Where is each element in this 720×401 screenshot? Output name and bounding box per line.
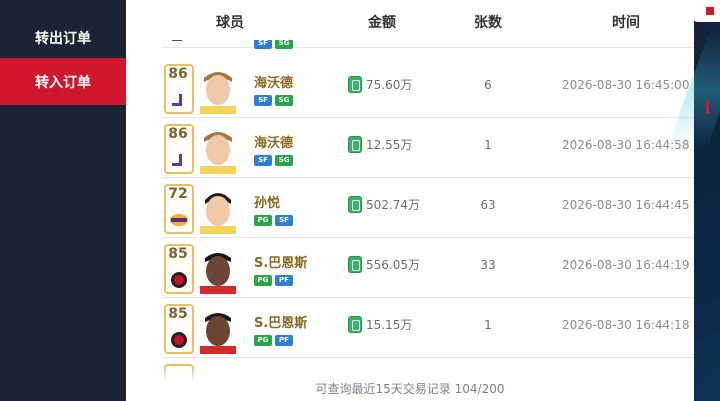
jazz-logo-icon: [172, 94, 182, 106]
header-player: 球员: [216, 15, 244, 31]
position-tags: SF SG: [254, 95, 293, 106]
position-tag: PG: [254, 275, 272, 286]
position-tag: PF: [275, 335, 293, 346]
order-time: 2026-08-30 16:44:19: [562, 258, 690, 272]
count-value: 33: [480, 258, 496, 272]
player-card: 72: [164, 184, 246, 234]
sidebar-item-label: 转入订单: [35, 74, 91, 91]
sidebar: 转出订单 转入订单: [0, 0, 134, 401]
player-card: 85: [164, 244, 246, 294]
position-tag: PF: [275, 275, 293, 286]
table-row[interactable]: 86 海沃德 SF SG 12.55万 1 2026-08-30 16:44:5…: [162, 118, 694, 178]
close-button[interactable]: [692, 0, 720, 22]
order-time: 2026-08-30 16:44:18: [562, 318, 690, 332]
table-row[interactable]: 86 海沃德 SF SG 75.60万 6 2026-08-30 16:45:0…: [162, 58, 694, 118]
count-value: 6: [484, 78, 492, 92]
amount-value: 502.74万: [366, 198, 420, 212]
count-value: 1: [484, 318, 492, 332]
order-amount: 75.60万: [348, 76, 412, 93]
background-decoration: [666, 0, 720, 401]
position-tag: PG: [254, 335, 272, 346]
raptors-logo-icon: [171, 332, 187, 348]
position-tag: PG: [254, 215, 272, 226]
sidebar-item-incoming-orders[interactable]: 转入订单: [0, 58, 134, 105]
amount-value: 75.60万: [366, 78, 413, 92]
coin-icon: [348, 316, 362, 333]
coin-icon: [348, 136, 362, 153]
coin-icon: [348, 196, 362, 213]
count-value: 1: [484, 138, 492, 152]
player-face-icon: [200, 132, 236, 174]
amount-value: 15.15万: [366, 318, 413, 332]
order-amount: 12.55万: [348, 136, 412, 153]
jazz-logo-icon: [172, 154, 182, 166]
header-time: 时间: [612, 15, 640, 31]
position-tags: PG SF: [254, 215, 293, 226]
order-time: 2026-08-30 16:45:00: [562, 78, 690, 92]
position-tag: SG: [275, 155, 293, 166]
position-tags: SF SG: [254, 155, 293, 166]
player-name: S.巴恩斯: [254, 256, 308, 271]
order-amount: 15.15万: [348, 316, 412, 333]
player-name: 海沃德: [254, 76, 294, 91]
count-value: 63: [480, 198, 496, 212]
player-name: 海沃德: [254, 136, 294, 151]
record-limit-note: 可查询最近15天交易记录 104/200: [315, 382, 505, 396]
position-tag: SF: [254, 155, 272, 166]
player-face-icon: [200, 193, 236, 234]
player-card: 86: [164, 124, 246, 174]
header-amount: 金额: [368, 15, 396, 31]
amount-value: 12.55万: [366, 138, 413, 152]
position-tag: SF: [275, 215, 293, 226]
position-tags: PG PF: [254, 275, 293, 286]
player-face-icon: [200, 253, 236, 294]
table-header: 球员 金额 张数 时间: [126, 0, 694, 40]
order-amount: 556.05万: [348, 256, 420, 273]
player-rating: 85: [168, 306, 188, 322]
lakers-logo-icon: [170, 214, 188, 226]
player-face-icon: [200, 72, 236, 114]
amount-value: 556.05万: [366, 258, 420, 272]
decoration-mark: [706, 100, 709, 114]
coin-icon: [348, 76, 362, 93]
player-card: 86: [164, 64, 246, 114]
position-tag: SF: [254, 95, 272, 106]
player-rating: 72: [168, 186, 188, 202]
orders-panel: 球员 金额 张数 时间 SF SG 86 海沃德 SF SG 75.60万 6 …: [126, 0, 694, 401]
player-name: S.巴恩斯: [254, 316, 308, 331]
sidebar-item-outgoing-orders[interactable]: 转出订单: [0, 14, 126, 61]
table-row[interactable]: 85 S.巴恩斯 PG PF 556.05万 33 2026-08-30 16:…: [162, 238, 694, 298]
position-tag: SG: [275, 95, 293, 106]
player-rating: 86: [168, 66, 188, 82]
table-row[interactable]: 85 S.巴恩斯 PG PF 15.15万 1 2026-08-30 16:44…: [162, 298, 694, 358]
player-rating: 86: [168, 126, 188, 142]
sidebar-item-label: 转出订单: [35, 30, 91, 47]
order-amount: 502.74万: [348, 196, 420, 213]
header-count: 张数: [474, 15, 502, 31]
player-rating: 85: [168, 246, 188, 262]
player-card: 85: [164, 304, 246, 354]
raptors-logo-icon: [171, 272, 187, 288]
order-time: 2026-08-30 16:44:45: [562, 198, 690, 212]
player-name: 孙悦: [254, 196, 281, 211]
coin-icon: [348, 256, 362, 273]
table-row[interactable]: 72 孙悦 PG SF 502.74万 63 2026-08-30 16:44:…: [162, 178, 694, 238]
player-face-icon: [200, 313, 236, 354]
position-tags: PG PF: [254, 335, 293, 346]
